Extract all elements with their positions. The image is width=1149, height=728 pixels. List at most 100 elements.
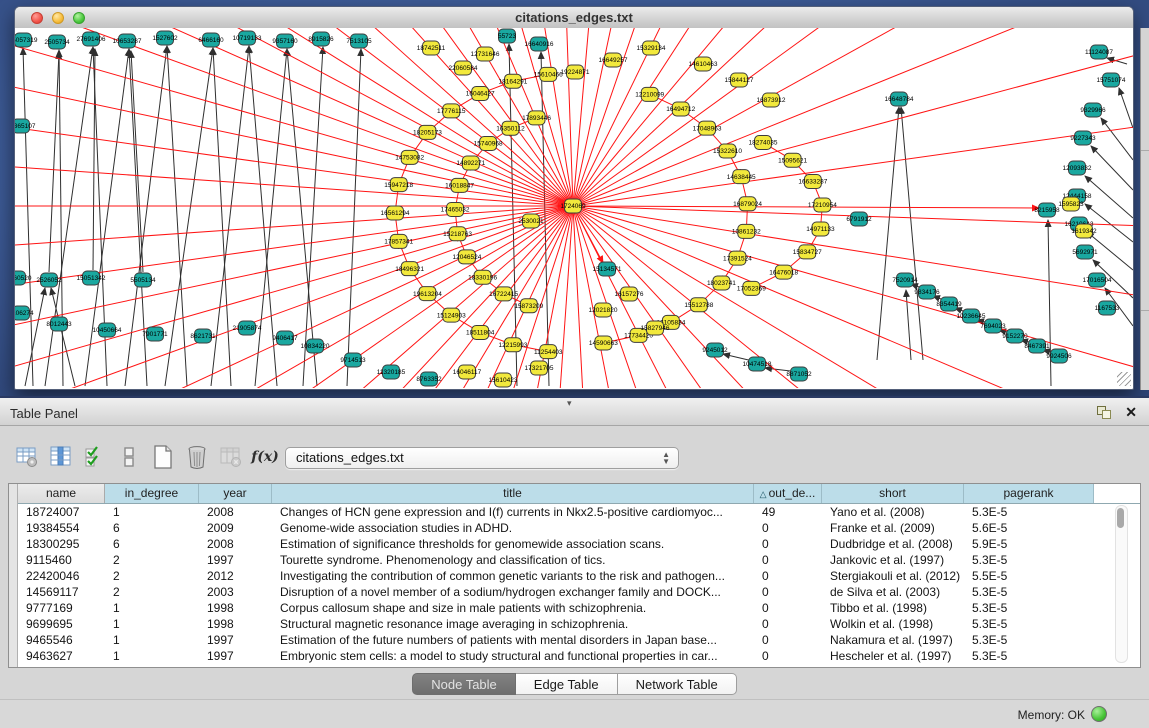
- graph-node[interactable]: 19613204: [413, 287, 442, 301]
- graph-node[interactable]: 10861232: [732, 224, 761, 238]
- graph-node[interactable]: 17048963: [693, 121, 722, 135]
- graph-node[interactable]: 12093832: [1063, 161, 1092, 175]
- table-row[interactable]: 969969511998Structural magnetic resonanc…: [18, 616, 1140, 632]
- table-row[interactable]: 1872400712008Changes of HCN gene express…: [18, 504, 1140, 520]
- graph-node[interactable]: 2505734: [44, 35, 70, 49]
- graph-node[interactable]: 15218763: [443, 227, 472, 241]
- graph-node[interactable]: 2530021: [518, 214, 544, 228]
- table-select-dropdown[interactable]: citations_edges.txt ▲▼: [285, 447, 679, 469]
- table-row[interactable]: 1938455462009Genome-wide association stu…: [18, 520, 1140, 536]
- graph-node[interactable]: 15051342: [77, 271, 106, 285]
- table-row[interactable]: 2242004622012Investigating the contribut…: [18, 568, 1140, 584]
- window-titlebar[interactable]: citations_edges.txt: [15, 7, 1133, 29]
- graph-node[interactable]: 17016504: [1083, 273, 1112, 287]
- network-graph[interactable]: 1125440312215993185118041512490319613204…: [15, 28, 1133, 388]
- graph-node[interactable]: 8763352: [416, 372, 442, 386]
- table-mode-icon[interactable]: [14, 444, 40, 470]
- column-header-in_degree[interactable]: in_degree: [105, 484, 199, 503]
- graph-node[interactable]: 21905874: [233, 321, 262, 335]
- graph-node[interactable]: 14892271: [456, 156, 485, 170]
- delete-table-icon[interactable]: [184, 444, 210, 470]
- table-scrollbar-thumb[interactable]: [1117, 508, 1124, 528]
- graph-node[interactable]: 5505134: [130, 273, 156, 287]
- graph-node[interactable]: 14590663: [589, 336, 618, 350]
- graph-node[interactable]: 5692971: [1072, 245, 1098, 259]
- graph-node[interactable]: 15751074: [1097, 73, 1126, 87]
- graph-node[interactable]: 11124087: [1085, 45, 1113, 59]
- show-columns-icon[interactable]: [48, 444, 74, 470]
- graph-node[interactable]: 1527602: [152, 31, 178, 45]
- graph-node[interactable]: 9714513: [340, 353, 366, 367]
- graph-node[interactable]: 9329966: [1080, 103, 1106, 117]
- memory-indicator-icon[interactable]: [1091, 706, 1107, 722]
- graph-node[interactable]: 9245012: [702, 343, 728, 357]
- graph-node[interactable]: 8012443: [46, 317, 72, 331]
- table-scrollbar[interactable]: [1115, 505, 1128, 663]
- graph-node[interactable]: 18496321: [395, 262, 424, 276]
- network-canvas[interactable]: 1125440312215993185118041512490319613204…: [15, 28, 1133, 388]
- graph-node[interactable]: 12731646: [471, 47, 500, 61]
- graph-node[interactable]: 8871052: [786, 367, 812, 381]
- graph-node[interactable]: 8915826: [308, 32, 334, 46]
- graph-node[interactable]: 10653287: [113, 34, 142, 48]
- graph-node[interactable]: 17321705: [525, 361, 554, 375]
- select-all-icon[interactable]: [82, 444, 108, 470]
- close-panel-icon[interactable]: ✕: [1125, 404, 1137, 420]
- graph-node[interactable]: 15844127: [725, 73, 754, 87]
- graph-node[interactable]: 16046427: [466, 87, 495, 101]
- panel-divider-handle[interactable]: ▾: [567, 398, 572, 409]
- column-header-pagerank[interactable]: pagerank: [964, 484, 1094, 503]
- graph-node[interactable]: 16046117: [453, 365, 482, 379]
- column-header-name[interactable]: name: [18, 484, 105, 503]
- table-row[interactable]: 946554611997Estimation of the future num…: [18, 632, 1140, 648]
- graph-node[interactable]: 15322610: [713, 144, 742, 158]
- column-header-title[interactable]: title: [272, 484, 754, 503]
- graph-node[interactable]: 10474518: [743, 357, 772, 371]
- graph-node[interactable]: 16879024: [733, 197, 762, 211]
- graph-node[interactable]: 8215958: [1034, 203, 1060, 217]
- graph-node[interactable]: 17893446: [522, 111, 551, 125]
- graph-node[interactable]: 15610466: [534, 67, 563, 81]
- graph-node[interactable]: 16157276: [615, 287, 644, 301]
- graph-node[interactable]: 12021820: [589, 303, 618, 317]
- graph-node[interactable]: 18205173: [413, 125, 442, 139]
- graph-node[interactable]: 11320185: [377, 365, 406, 379]
- graph-node[interactable]: 15610423: [489, 373, 518, 387]
- network-view-window[interactable]: citations_edges.txt 11254403122159931851…: [14, 6, 1134, 390]
- column-header-out_de[interactable]: △out_de...: [754, 484, 822, 503]
- graph-node[interactable]: 9406417: [272, 331, 298, 345]
- graph-node[interactable]: 17391524: [723, 251, 752, 265]
- graph-node[interactable]: 17210954: [808, 198, 837, 212]
- graph-node[interactable]: 17857341: [384, 234, 413, 248]
- column-header-short[interactable]: short: [822, 484, 964, 503]
- graph-node[interactable]: 16648784: [885, 92, 914, 106]
- table-row[interactable]: 946362711997Embryonic stem cells: a mode…: [18, 648, 1140, 664]
- graph-node[interactable]: 14971133: [806, 222, 835, 236]
- graph-node[interactable]: 11254403: [534, 345, 563, 359]
- unselect-rows-icon[interactable]: [116, 444, 142, 470]
- graph-node[interactable]: 12215993: [498, 338, 527, 352]
- graph-node[interactable]: 16873912: [757, 93, 786, 107]
- graph-node[interactable]: 15057319: [15, 33, 38, 47]
- create-table-icon[interactable]: [150, 444, 176, 470]
- graph-node[interactable]: 20365107: [15, 119, 36, 133]
- graph-node[interactable]: 18742511: [417, 41, 446, 55]
- graph-node[interactable]: 16018847: [445, 178, 474, 192]
- graph-node[interactable]: 16633287: [798, 175, 827, 189]
- graph-node[interactable]: 18164291: [498, 74, 527, 88]
- float-panel-icon[interactable]: [1097, 406, 1111, 419]
- graph-node[interactable]: 15329134: [637, 41, 666, 55]
- table-row[interactable]: 911546021997Tourette syndrome. Phenomeno…: [18, 552, 1140, 568]
- window-resize-grip[interactable]: [1117, 372, 1131, 386]
- graph-node[interactable]: 18274035: [749, 136, 778, 150]
- graph-node[interactable]: 2526052: [36, 273, 62, 287]
- graph-node[interactable]: 55723: [498, 29, 516, 43]
- table-row[interactable]: 977716911998Corpus callosum shape and si…: [18, 600, 1140, 616]
- graph-node[interactable]: 10450664: [93, 323, 122, 337]
- tab-edge-table[interactable]: Edge Table: [516, 673, 618, 695]
- graph-node[interactable]: 17465032: [441, 203, 470, 217]
- graph-node[interactable]: 6466160: [198, 33, 224, 47]
- graph-node[interactable]: 15134571: [593, 262, 622, 276]
- graph-node[interactable]: 15834727: [793, 245, 822, 259]
- tab-network-table[interactable]: Network Table: [618, 673, 737, 695]
